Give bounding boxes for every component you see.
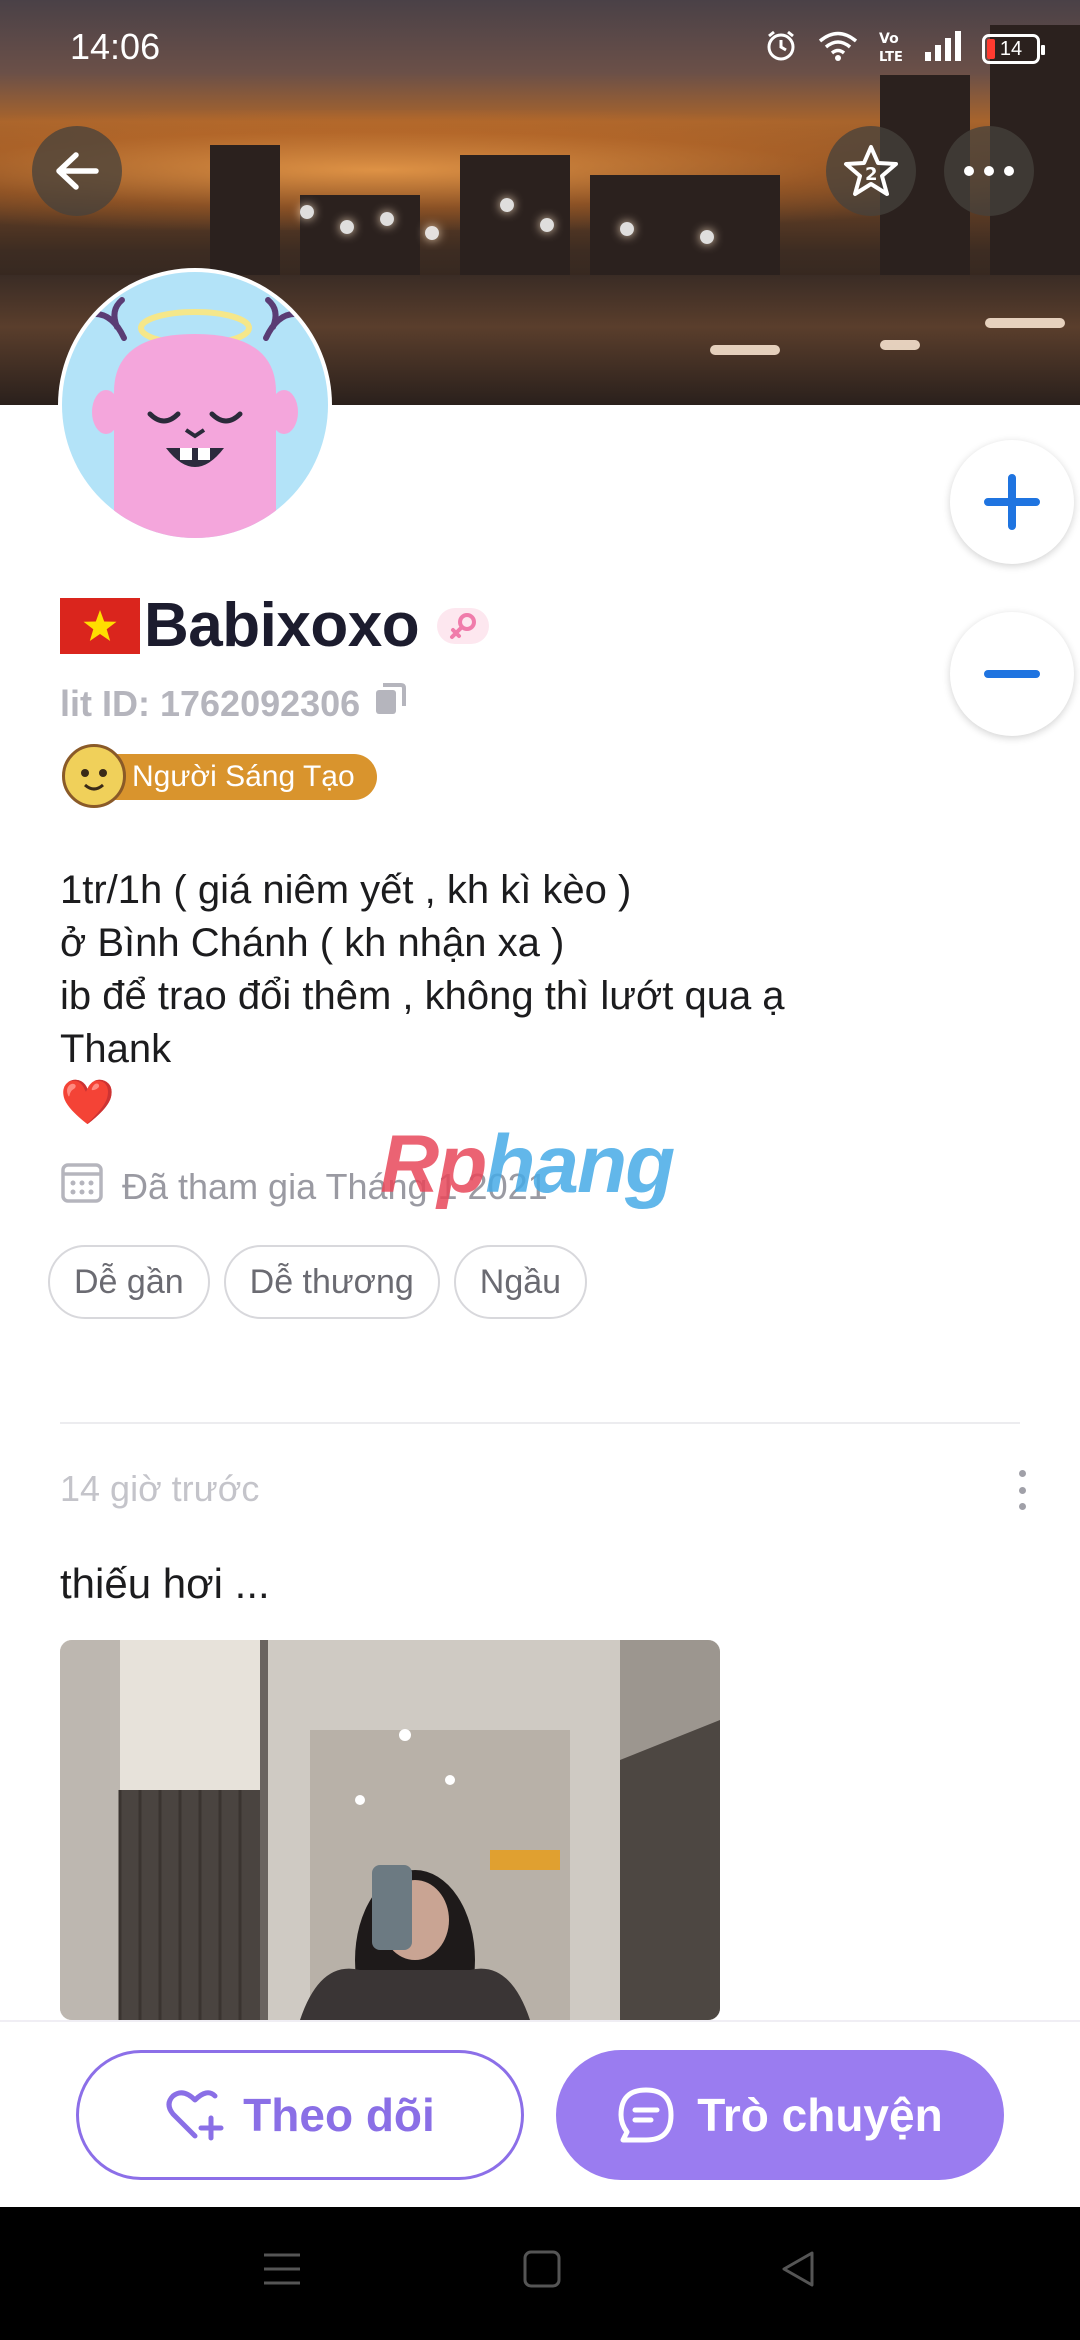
bio-line: 1tr/1h ( giá niêm yết , kh kì kèo ) bbox=[60, 868, 632, 912]
follow-label: Theo dõi bbox=[243, 2089, 435, 2141]
bottom-action-bar: Theo dõi Trò chuyện bbox=[0, 2020, 1080, 2207]
cover-light bbox=[425, 226, 439, 240]
cover-light bbox=[500, 198, 514, 212]
system-navigation-bar bbox=[0, 2207, 1080, 2340]
creator-badge: Người Sáng Tạo bbox=[62, 744, 377, 808]
cover-light bbox=[380, 212, 394, 226]
post-more-button[interactable] bbox=[1014, 1470, 1030, 1510]
lit-id-text: lit ID: 1762092306 bbox=[60, 682, 361, 724]
cover-light bbox=[340, 220, 354, 234]
status-bar: 14:06 Vo LTE 14 bbox=[0, 0, 1080, 95]
alarm-icon bbox=[764, 29, 798, 68]
svg-text:LTE: LTE bbox=[879, 50, 903, 64]
star-count: 2 bbox=[865, 164, 878, 185]
watermark-part1: Rp bbox=[380, 1119, 487, 1210]
calendar-icon bbox=[60, 1160, 104, 1213]
post-text: thiếu hơi ... bbox=[60, 1560, 270, 1607]
personality-tags: Dễ gần Dễ thương Ngầu bbox=[48, 1245, 588, 1319]
creator-mascot-icon bbox=[62, 744, 126, 808]
copy-icon[interactable] bbox=[374, 682, 407, 725]
recent-apps-icon[interactable] bbox=[262, 2249, 302, 2294]
cover-light-streak bbox=[985, 318, 1065, 328]
avatar[interactable] bbox=[58, 268, 332, 542]
female-icon bbox=[437, 607, 490, 644]
section-divider bbox=[60, 1422, 1020, 1424]
favorite-button[interactable]: 2 bbox=[826, 126, 916, 216]
star-icon: 2 bbox=[844, 145, 898, 196]
chat-button[interactable]: Trò chuyện bbox=[556, 2050, 1004, 2180]
chat-bubble-icon bbox=[618, 2087, 674, 2143]
volte-icon: Vo LTE bbox=[878, 28, 904, 69]
profile-name-row: Babixoxo bbox=[60, 590, 490, 661]
chat-label: Trò chuyện bbox=[697, 2089, 943, 2141]
back-button[interactable] bbox=[32, 126, 122, 216]
lit-id: lit ID: 1762092306 bbox=[60, 682, 407, 725]
more-horizontal-icon bbox=[964, 166, 1014, 176]
plus-icon bbox=[984, 474, 1040, 530]
tag-chip[interactable]: Dễ gần bbox=[48, 1245, 210, 1319]
cover-light bbox=[300, 205, 314, 219]
signal-icon bbox=[924, 30, 962, 67]
svg-text:Vo: Vo bbox=[879, 31, 899, 47]
cover-light bbox=[540, 218, 554, 232]
more-options-button[interactable] bbox=[944, 126, 1034, 216]
back-nav-icon[interactable] bbox=[778, 2249, 818, 2294]
vietnam-flag-icon bbox=[60, 597, 140, 654]
zoom-in-button[interactable] bbox=[950, 440, 1074, 564]
cover-light-streak bbox=[710, 345, 780, 355]
home-icon[interactable] bbox=[522, 2249, 562, 2294]
username: Babixoxo bbox=[144, 591, 420, 660]
status-time: 14:06 bbox=[70, 26, 161, 67]
watermark-part2: hang bbox=[485, 1119, 675, 1210]
battery-icon: 14 bbox=[982, 33, 1045, 64]
status-icons: Vo LTE 14 bbox=[764, 28, 1045, 69]
bio-line: ở Bình Chánh ( kh nhận xa ) bbox=[60, 921, 565, 965]
bio-line: ib để trao đổi thêm , không thì lướt qua… bbox=[60, 974, 785, 1018]
watermark-logo: Rphang bbox=[380, 1118, 675, 1212]
heart-plus-icon bbox=[166, 2090, 224, 2141]
bio: 1tr/1h ( giá niêm yết , kh kì kèo ) ở Bì… bbox=[60, 864, 1040, 1129]
tag-chip[interactable]: Ngầu bbox=[453, 1245, 588, 1319]
follow-button[interactable]: Theo dõi bbox=[76, 2050, 524, 2180]
post-timestamp: 14 giờ trước bbox=[60, 1468, 260, 1509]
zoom-out-button[interactable] bbox=[950, 612, 1074, 736]
cover-light bbox=[620, 222, 634, 236]
cover-light-streak bbox=[880, 340, 920, 350]
cover-light bbox=[700, 230, 714, 244]
wifi-icon bbox=[818, 30, 858, 67]
arrow-left-icon bbox=[56, 152, 99, 190]
post-image[interactable] bbox=[60, 1640, 720, 2020]
tag-chip[interactable]: Dễ thương bbox=[223, 1245, 440, 1319]
bio-line: Thank bbox=[60, 1027, 172, 1071]
minus-icon bbox=[984, 670, 1040, 678]
avatar-image bbox=[62, 272, 328, 538]
